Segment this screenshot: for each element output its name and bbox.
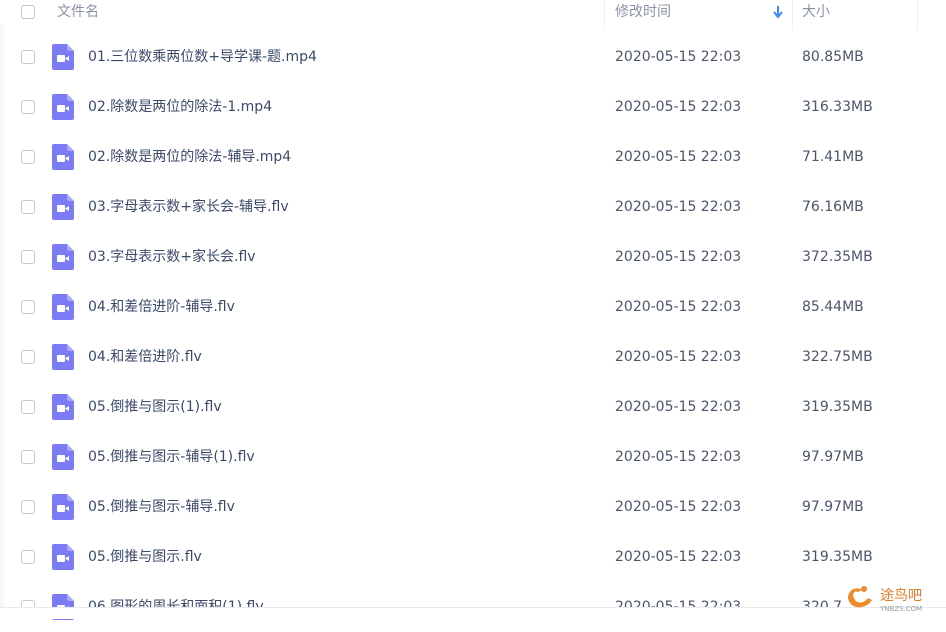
- row-checkbox[interactable]: [21, 100, 35, 114]
- file-size: 80.85MB: [802, 49, 864, 65]
- column-header-time[interactable]: 修改时间: [615, 2, 671, 22]
- video-file-icon: [52, 394, 74, 420]
- file-row[interactable]: 05.倒推与图示.flv 2020-05-15 22:03 319.35MB: [0, 532, 946, 582]
- video-file-icon: [52, 294, 74, 320]
- arrow-down-icon[interactable]: [773, 5, 783, 19]
- file-size: 97.97MB: [802, 449, 864, 465]
- row-checkbox[interactable]: [21, 400, 35, 414]
- video-file-icon: [52, 344, 74, 370]
- file-size: 85.44MB: [802, 299, 864, 315]
- file-size: 319.35MB: [802, 399, 873, 415]
- file-row[interactable]: 04.和差倍进阶.flv 2020-05-15 22:03 322.75MB: [0, 332, 946, 382]
- row-checkbox[interactable]: [21, 450, 35, 464]
- header-divider: [792, 0, 793, 30]
- svg-text:途鸟吧: 途鸟吧: [880, 587, 922, 604]
- site-watermark-logo: 途鸟吧 YNBZS.COM: [848, 586, 922, 613]
- video-file-icon: [52, 244, 74, 270]
- file-name[interactable]: 05.倒推与图示(1).flv: [88, 397, 222, 417]
- file-modified-time: 2020-05-15 22:03: [615, 349, 742, 365]
- file-size: 372.35MB: [802, 249, 873, 265]
- video-file-icon: [52, 44, 74, 70]
- video-file-icon: [52, 494, 74, 520]
- file-modified-time: 2020-05-15 22:03: [615, 549, 742, 565]
- video-file-icon: [52, 194, 74, 220]
- file-name[interactable]: 01.三位数乘两位数+导学课-题.mp4: [88, 47, 317, 67]
- file-name[interactable]: 03.字母表示数+家长会-辅导.flv: [88, 197, 289, 217]
- svg-text:YNBZS.COM: YNBZS.COM: [879, 605, 922, 613]
- video-file-icon: [52, 144, 74, 170]
- file-name[interactable]: 05.倒推与图示-辅导(1).flv: [88, 447, 255, 467]
- video-file-icon: [52, 444, 74, 470]
- file-name[interactable]: 05.倒推与图示-辅导.flv: [88, 497, 235, 517]
- row-checkbox[interactable]: [21, 550, 35, 564]
- file-modified-time: 2020-05-15 22:03: [615, 299, 742, 315]
- row-checkbox[interactable]: [21, 200, 35, 214]
- file-modified-time: 2020-05-15 22:03: [615, 499, 742, 515]
- row-checkbox[interactable]: [21, 350, 35, 364]
- row-checkbox[interactable]: [21, 250, 35, 264]
- video-file-icon: [52, 94, 74, 120]
- file-modified-time: 2020-05-15 22:03: [615, 399, 742, 415]
- file-row[interactable]: 05.倒推与图示(1).flv 2020-05-15 22:03 319.35MB: [0, 382, 946, 432]
- file-name[interactable]: 04.和差倍进阶.flv: [88, 347, 202, 367]
- header-divider: [604, 0, 605, 30]
- row-checkbox[interactable]: [21, 300, 35, 314]
- column-header-size[interactable]: 大小: [802, 2, 830, 22]
- file-row[interactable]: 05.倒推与图示-辅导(1).flv 2020-05-15 22:03 97.97M…: [0, 432, 946, 482]
- file-row[interactable]: 03.字母表示数+家长会.flv 2020-05-15 22:03 372.35MB: [0, 232, 946, 282]
- list-header: 文件名 修改时间 大小: [0, 0, 946, 30]
- file-modified-time: 2020-05-15 22:03: [615, 149, 742, 165]
- file-size: 319.35MB: [802, 549, 873, 565]
- file-modified-time: 2020-05-15 22:03: [615, 199, 742, 215]
- file-name[interactable]: 02.除数是两位的除法-辅导.mp4: [88, 147, 291, 167]
- file-size: 97.97MB: [802, 499, 864, 515]
- video-file-icon: [52, 544, 74, 570]
- file-size: 71.41MB: [802, 149, 864, 165]
- file-modified-time: 2020-05-15 22:03: [615, 49, 742, 65]
- row-checkbox[interactable]: [21, 50, 35, 64]
- file-name[interactable]: 04.和差倍进阶-辅导.flv: [88, 297, 235, 317]
- file-row[interactable]: 04.和差倍进阶-辅导.flv 2020-05-15 22:03 85.44MB: [0, 282, 946, 332]
- select-all-checkbox[interactable]: [21, 5, 35, 19]
- file-row[interactable]: 02.除数是两位的除法-辅导.mp4 2020-05-15 22:03 71.41M…: [0, 132, 946, 182]
- header-divider: [917, 0, 918, 30]
- file-row[interactable]: 01.三位数乘两位数+导学课-题.mp4 2020-05-15 22:03 80.8…: [0, 32, 946, 82]
- file-size: 316.33MB: [802, 99, 873, 115]
- file-modified-time: 2020-05-15 22:03: [615, 99, 742, 115]
- file-modified-time: 2020-05-15 22:03: [615, 249, 742, 265]
- file-name[interactable]: 05.倒推与图示.flv: [88, 547, 202, 567]
- file-name[interactable]: 02.除数是两位的除法-1.mp4: [88, 97, 272, 117]
- row-checkbox[interactable]: [21, 150, 35, 164]
- file-row[interactable]: 03.字母表示数+家长会-辅导.flv 2020-05-15 22:03 76.16…: [0, 182, 946, 232]
- file-row[interactable]: 02.除数是两位的除法-1.mp4 2020-05-15 22:03 316.33M…: [0, 82, 946, 132]
- file-row[interactable]: 05.倒推与图示-辅导.flv 2020-05-15 22:03 97.97MB: [0, 482, 946, 532]
- list-bottom-border: [0, 607, 946, 619]
- column-header-name[interactable]: 文件名: [57, 2, 99, 22]
- file-size: 322.75MB: [802, 349, 873, 365]
- file-modified-time: 2020-05-15 22:03: [615, 449, 742, 465]
- file-size: 76.16MB: [802, 199, 864, 215]
- file-name[interactable]: 03.字母表示数+家长会.flv: [88, 247, 256, 267]
- row-checkbox[interactable]: [21, 500, 35, 514]
